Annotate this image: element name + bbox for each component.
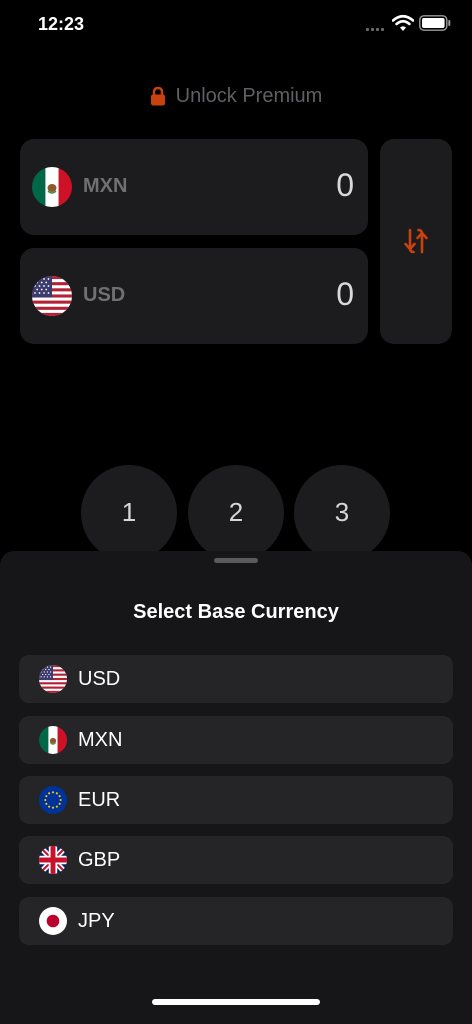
cellular-signal-icon [366,25,386,31]
unlock-premium-button[interactable]: Unlock Premium [0,80,472,112]
usa-flag-icon [39,665,67,693]
to-currency-code: USD [83,284,126,306]
wifi-icon [392,14,414,31]
currency-option-eur[interactable]: EUR [19,776,453,824]
uk-flag-icon [39,846,67,874]
battery-icon [419,15,451,31]
currency-option-label: USD [78,668,121,690]
japan-flag-icon [39,907,67,935]
currency-option-label: GBP [78,849,121,871]
select-currency-sheet: Select Base Currency USD MXN EUR GBP JPY [0,551,472,1024]
status-bar: 12:23 [0,0,472,50]
from-amount-value: 0 [336,167,354,203]
to-currency-card[interactable]: USD 0 [20,248,368,344]
swap-arrows-icon [404,228,428,254]
currency-option-label: MXN [78,729,123,751]
from-currency-card[interactable]: MXN 0 [20,139,368,235]
mexico-flag-icon [39,726,67,754]
currency-converter-screen: 12:23 Unlock Premium MXN 0 USD 0 1 2 3 S… [0,0,472,1024]
mexico-flag-icon [32,167,72,207]
status-time: 12:23 [38,14,85,34]
home-indicator[interactable] [152,999,320,1005]
to-amount-value: 0 [336,276,354,312]
keypad-key-3[interactable]: 3 [294,465,390,561]
keypad-key-2[interactable]: 2 [188,465,284,561]
currency-option-usd[interactable]: USD [19,655,453,703]
sheet-title: Select Base Currency [133,601,339,623]
usa-flag-icon [32,276,72,316]
keypad-key-1[interactable]: 1 [81,465,177,561]
eu-flag-icon [39,786,67,814]
lock-icon [150,86,165,106]
unlock-premium-label: Unlock Premium [175,84,323,107]
currency-option-mxn[interactable]: MXN [19,716,453,764]
currency-option-jpy[interactable]: JPY [19,897,453,945]
currency-option-label: JPY [78,910,115,932]
currency-option-label: EUR [78,789,121,811]
swap-currencies-button[interactable] [380,139,452,344]
from-currency-code: MXN [83,175,128,197]
sheet-grabber[interactable] [214,558,258,563]
currency-option-gbp[interactable]: GBP [19,836,453,884]
